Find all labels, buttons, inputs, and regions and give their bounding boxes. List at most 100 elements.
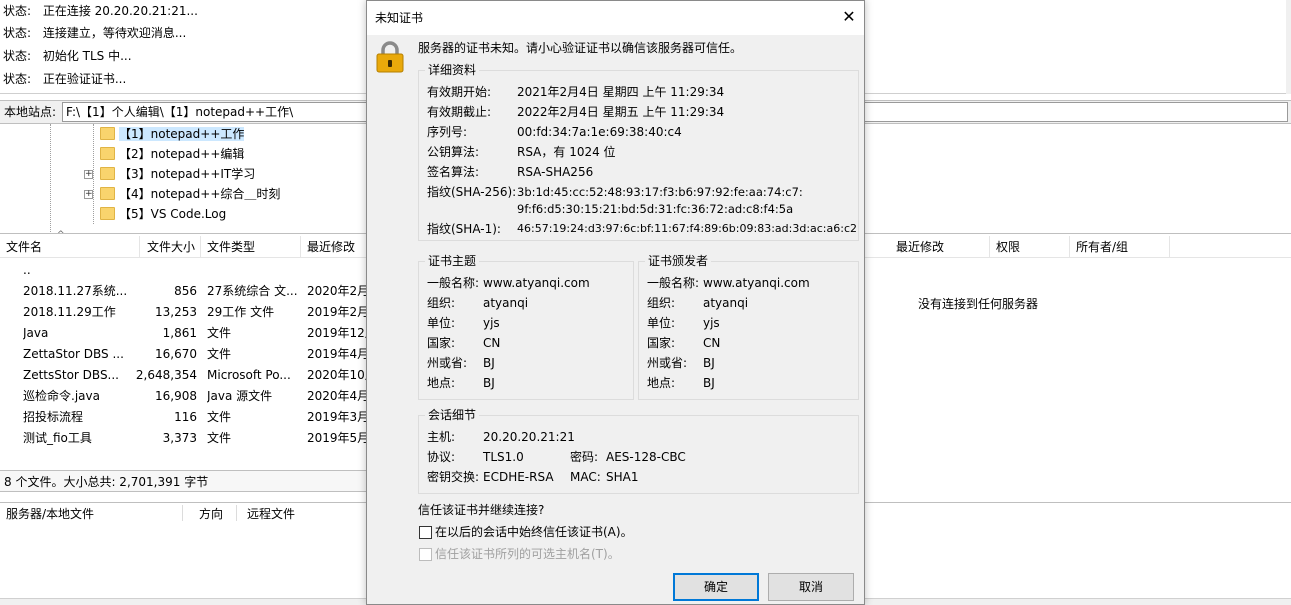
session-mac-value: SHA1 [606,470,639,484]
issuer-value: BJ [703,356,715,370]
column-divider [236,505,237,521]
column-filesize[interactable]: 文件大小 [140,236,201,258]
issuer-value: atyanqi [703,296,749,310]
trust-question: 信任该证书并继续连接? [418,503,545,517]
folder-icon [100,187,115,200]
remote-column-modified[interactable]: 最近修改 [890,236,990,258]
file-row[interactable]: P ZettsStor DBS... 2,648,354 Microsoft P… [0,365,366,386]
subject-value: www.atyanqi.com [483,276,590,290]
subject-value: BJ [483,356,495,370]
file-row[interactable]: 2018.11.27系统... 856 27系统综合 文... 2020年2月 [0,281,366,302]
subject-key: 组织: [427,296,456,310]
detail-value: RSA-SHA256 [517,165,594,179]
always-trust-label[interactable]: 在以后的会话中始终信任该证书(A)。 [435,522,633,542]
file-row[interactable]: 2018.11.29工作 13,253 29工作 文件 2019年2月 [0,302,366,323]
tree-item[interactable]: 【2】notepad++编辑 [100,144,244,164]
tree-item[interactable]: 【5】VS Code.Log [100,204,226,224]
detail-key: 指纹(SHA-256): [427,185,517,199]
trust-hostnames-label[interactable]: 信任该证书所列的可选主机名(T)。 [435,544,620,564]
file-row[interactable]: ZettaStor DBS ... 16,670 文件 2019年4月 [0,344,366,365]
issuer-key: 州或省: [647,356,688,370]
issuer-key: 国家: [647,336,676,350]
file-row[interactable]: 测试_fio工具 3,373 文件 2019年5月 [0,428,366,449]
file-row[interactable]: .. [0,260,366,281]
file-row[interactable]: 巡检命令.java 16,908 Java 源文件 2020年4月 [0,386,366,407]
session-protocol-label: 协议: [427,450,456,464]
folder-icon [100,207,115,220]
subject-value: yjs [483,316,500,330]
subject-key: 一般名称: [427,276,480,290]
unknown-certificate-dialog: 未知证书 ✕ 服务器的证书未知。请小心验证证书以确信该服务器可信任。 详细资料 … [366,0,865,605]
file-row[interactable]: Java 1,861 文件 2019年12月 [0,323,366,344]
session-host-value: 20.20.20.21:21 [483,430,575,444]
column-divider [182,505,183,521]
close-icon[interactable]: ✕ [837,5,861,29]
dialog-message: 服务器的证书未知。请小心验证证书以确信该服务器可信任。 [418,41,743,55]
subject-value: BJ [483,376,495,390]
remote-column-permissions[interactable]: 权限 [990,236,1070,258]
detail-value: 00:fd:34:7a:1e:69:38:40:c4 [517,125,682,139]
tree-item[interactable]: 【4】notepad++综合＿时刻 [100,184,280,204]
detail-value: 2021年2月4日 星期四 上午 11:29:34 [517,85,725,99]
sort-arrow-icon: ^ [57,230,65,240]
detail-key: 序列号: [427,125,468,139]
subject-value: atyanqi [483,296,529,310]
tree-expand-button[interactable]: + [84,170,93,179]
column-modified[interactable]: 最近修改 [301,236,367,258]
queue-column-remote[interactable]: 远程文件 [247,503,295,525]
session-group-title: 会话细节 [425,407,480,423]
trust-hostnames-checkbox[interactable] [419,548,432,561]
session-kex-label: 密钥交换: [427,470,480,484]
detail-value: 9f:f6:d5:30:15:21:bd:5d:31:fc:36:72:ad:c… [517,202,794,216]
issuer-key: 一般名称: [647,276,700,290]
tree-item[interactable]: 【1】notepad++工作 [100,124,245,144]
lock-icon [376,41,404,73]
session-host-label: 主机: [427,430,456,444]
tree-guide-line [93,124,94,224]
issuer-value: CN [703,336,721,350]
ok-button[interactable]: 确定 [673,573,759,601]
detail-key: 签名算法: [427,165,480,179]
subject-group-title: 证书主题 [425,253,480,269]
subject-key: 国家: [427,336,456,350]
subject-key: 地点: [427,376,456,390]
session-cipher-value: AES-128-CBC [606,450,686,464]
issuer-value: yjs [703,316,720,330]
detail-key: 公钥算法: [427,145,480,159]
detail-value: 2022年2月4日 星期五 上午 11:29:34 [517,105,725,119]
issuer-value: BJ [703,376,715,390]
folder-icon [100,127,115,140]
session-protocol-value: TLS1.0 [483,450,524,464]
status-line: 状态: 初始化 TLS 中... [3,49,132,63]
issuer-key: 组织: [647,296,676,310]
dialog-title: 未知证书 [375,11,424,25]
detail-key: 有效期截止: [427,105,492,119]
column-filetype[interactable]: 文件类型 [201,236,301,258]
session-kex-value: ECDHE-RSA [483,470,554,484]
always-trust-checkbox[interactable] [419,526,432,539]
subject-value: CN [483,336,501,350]
detail-key: 有效期开始: [427,85,492,99]
dialog-titlebar[interactable]: 未知证书 ✕ [367,1,864,35]
status-log-scrollbar[interactable] [1286,0,1291,94]
issuer-key: 单位: [647,316,676,330]
subject-key: 单位: [427,316,456,330]
file-row[interactable]: 招投标流程 116 文件 2019年3月 [0,407,366,428]
queue-column-file[interactable]: 服务器/本地文件 [6,503,94,525]
detail-key: 指纹(SHA-1): [427,222,501,236]
details-group-title: 详细资料 [425,62,480,78]
tree-expand-button[interactable]: + [84,190,93,199]
issuer-value: www.atyanqi.com [703,276,810,290]
column-filename[interactable]: 文件名 [0,236,140,258]
detail-value: 46:57:19:24:d3:97:6c:bf:11:67:f4:89:6b:0… [517,222,858,235]
folder-icon [100,167,115,180]
remote-empty-message: 没有连接到任何服务器 [918,297,1039,311]
cancel-button[interactable]: 取消 [768,573,854,601]
issuer-key: 地点: [647,376,676,390]
folder-icon [100,147,115,160]
tree-item[interactable]: 【3】notepad++IT学习 [100,164,255,184]
detail-value: RSA，有 1024 位 [517,145,616,159]
status-line: 状态: 正在连接 20.20.20.21:21... [3,4,198,18]
remote-column-owner[interactable]: 所有者/组 [1070,236,1170,258]
queue-column-direction[interactable]: 方向 [199,503,223,525]
